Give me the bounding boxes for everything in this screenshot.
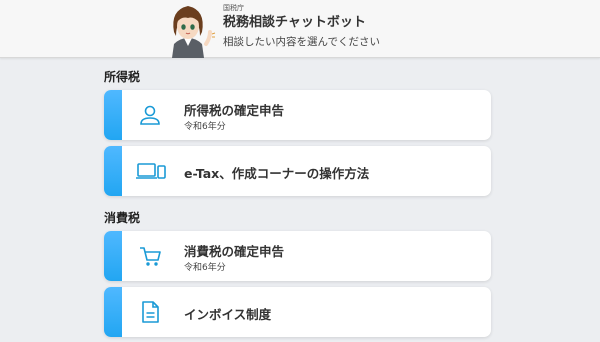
menu-item-title: 消費税の確定申告	[184, 244, 285, 259]
section-title-income-tax: 所得税	[104, 70, 141, 84]
document-icon	[142, 301, 159, 323]
menu-item-etax-operation[interactable]: e-Tax、作成コーナーの操作方法	[104, 146, 491, 196]
menu-item-subtitle: 令和6年分	[184, 122, 226, 132]
menu-item-subtitle: 令和6年分	[184, 263, 226, 273]
section-title-consumption-tax: 消費税	[104, 211, 141, 225]
accent-bar	[104, 146, 122, 196]
accent-bar	[104, 287, 122, 337]
accent-bar	[104, 90, 122, 140]
person-icon	[140, 105, 160, 125]
page-title: 税務相談チャットボット	[223, 15, 366, 30]
header-bar: 国税庁 税務相談チャットボット 相談したい内容を選んでください	[0, 0, 600, 58]
assistant-avatar	[172, 6, 216, 58]
menu-item-invoice-system[interactable]: インボイス制度	[104, 287, 491, 337]
menu-item-income-tax-return[interactable]: 所得税の確定申告 令和6年分	[104, 90, 491, 140]
menu-item-title: 所得税の確定申告	[184, 103, 285, 118]
menu-item-title: インボイス制度	[184, 307, 272, 322]
menu-item-title: e-Tax、作成コーナーの操作方法	[184, 166, 370, 181]
devices-icon	[136, 163, 166, 179]
menu-item-consumption-tax-return[interactable]: 消費税の確定申告 令和6年分	[104, 231, 491, 281]
cart-icon	[140, 247, 161, 266]
page-subtitle: 相談したい内容を選んでください	[223, 36, 380, 48]
agency-name: 国税庁	[223, 4, 244, 12]
accent-bar	[104, 231, 122, 281]
